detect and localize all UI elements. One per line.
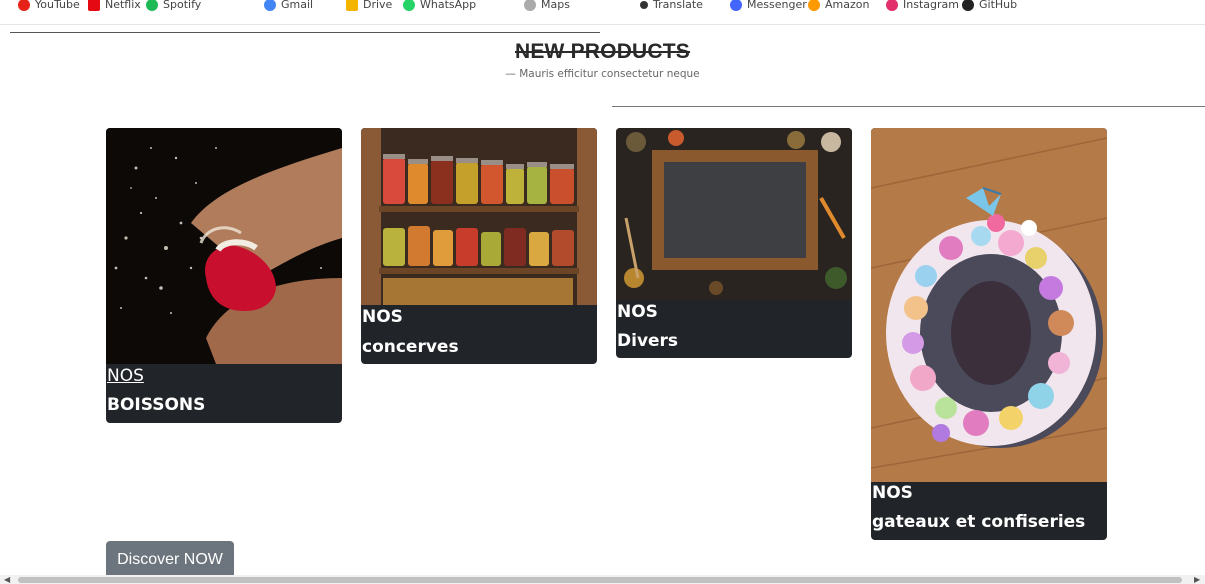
card-label-name: concerves bbox=[362, 337, 459, 357]
messenger-icon bbox=[730, 0, 742, 11]
translate-icon bbox=[640, 0, 648, 9]
category-card-divers[interactable]: NOS Divers bbox=[616, 128, 852, 358]
bookmark-drive[interactable]: Drive bbox=[346, 0, 392, 11]
category-card-concerves[interactable]: NOS concerves bbox=[361, 128, 597, 364]
bookmarks-bar: YouTube Netflix Spotify Gmail Drive What… bbox=[0, 0, 1205, 25]
whatsapp-icon bbox=[403, 0, 415, 11]
bookmark-messenger[interactable]: Messenger bbox=[730, 0, 807, 11]
youtube-icon bbox=[18, 0, 30, 11]
scroll-right-icon[interactable]: ▶ bbox=[1194, 575, 1200, 584]
card-label-name: gateaux et confiseries bbox=[872, 512, 1086, 532]
scrollbar-thumb[interactable] bbox=[18, 577, 1182, 583]
category-card-gateaux[interactable]: NOS gateaux et confiseries bbox=[871, 128, 1107, 540]
card-label-prefix: NOS bbox=[617, 302, 658, 322]
bookmark-github[interactable]: GitHub bbox=[962, 0, 1017, 11]
scroll-left-icon[interactable]: ◀ bbox=[4, 575, 10, 584]
bookmark-maps[interactable]: Maps bbox=[524, 0, 570, 11]
bookmark-amazon[interactable]: Amazon bbox=[808, 0, 869, 11]
github-icon bbox=[962, 0, 974, 11]
horizontal-scrollbar[interactable]: ◀ ▶ bbox=[0, 575, 1205, 584]
discover-now-button[interactable]: Discover NOW bbox=[106, 541, 234, 579]
preserves-jars-image bbox=[361, 128, 597, 305]
bookmark-netflix[interactable]: Netflix bbox=[88, 0, 141, 11]
spotify-icon bbox=[146, 0, 158, 11]
bookmark-instagram[interactable]: Instagram bbox=[886, 0, 959, 11]
folder-icon bbox=[346, 0, 358, 11]
cake-image bbox=[871, 128, 1107, 482]
netflix-icon bbox=[88, 0, 100, 11]
section-subtitle: — Mauris efficitur consectetur neque bbox=[505, 68, 700, 80]
section-title: NEW PRODUCTS bbox=[514, 40, 691, 63]
amazon-icon bbox=[808, 0, 820, 11]
drinks-image bbox=[106, 128, 342, 364]
chalkboard-image bbox=[616, 128, 852, 300]
card-label-prefix: NOS bbox=[107, 366, 144, 386]
globe-icon bbox=[524, 0, 536, 11]
instagram-icon bbox=[886, 0, 898, 11]
bookmark-spotify[interactable]: Spotify bbox=[146, 0, 201, 11]
gmail-icon bbox=[264, 0, 276, 11]
card-label-name: Divers bbox=[617, 331, 679, 351]
bookmark-translate[interactable]: Translate bbox=[640, 0, 703, 11]
bookmark-whatsapp[interactable]: WhatsApp bbox=[403, 0, 476, 11]
divider-right bbox=[612, 106, 1205, 107]
divider-top bbox=[10, 32, 600, 33]
category-card-boissons[interactable]: NOS BOISSONS bbox=[106, 128, 342, 423]
card-label-prefix: NOS bbox=[362, 307, 403, 327]
card-label-name: BOISSONS bbox=[107, 395, 206, 415]
bookmark-youtube[interactable]: YouTube bbox=[18, 0, 80, 11]
bookmark-gmail[interactable]: Gmail bbox=[264, 0, 313, 11]
card-label-prefix: NOS bbox=[872, 483, 913, 503]
